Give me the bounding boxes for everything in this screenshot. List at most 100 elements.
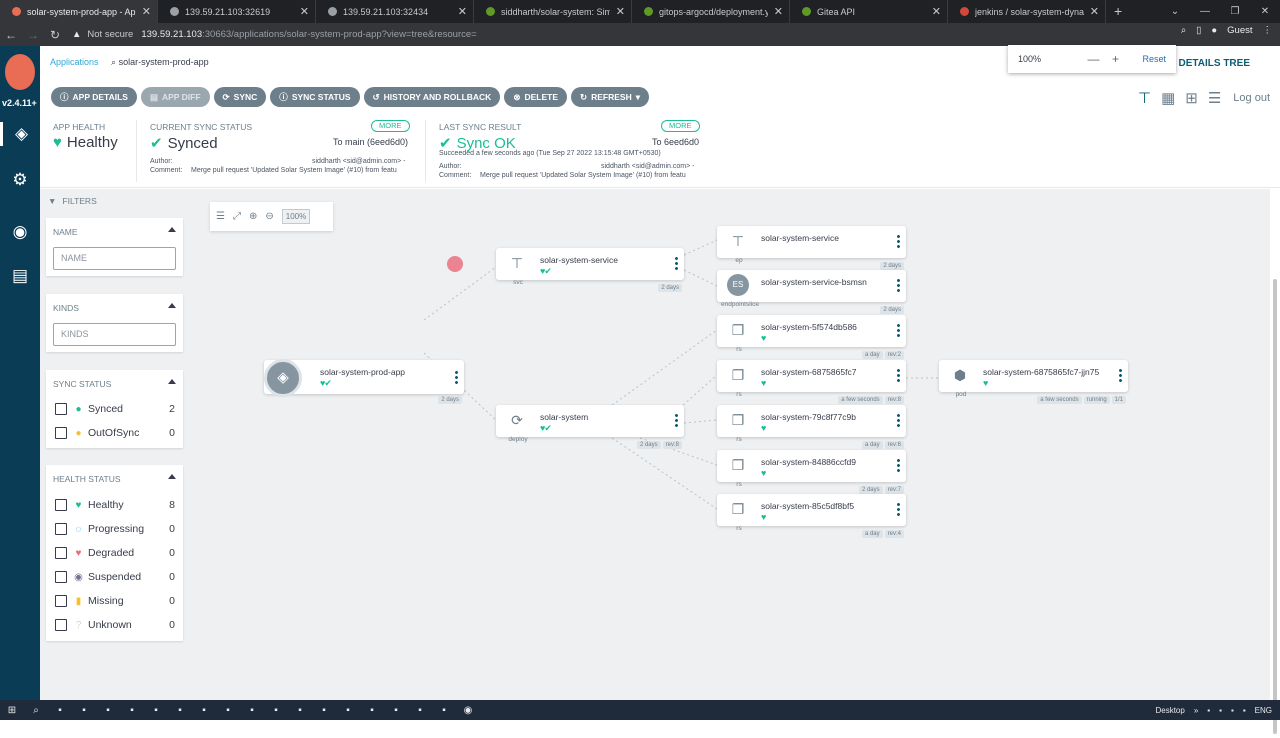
- close-window-icon[interactable]: ✕: [1250, 0, 1280, 23]
- deploy-node[interactable]: ⟳ solar-system ♥✔ deploy 2 days rev:8: [496, 405, 684, 449]
- list-view-icon[interactable]: ☰: [1208, 89, 1221, 107]
- app-icon[interactable]: ▪: [144, 705, 168, 716]
- node-menu-icon[interactable]: [897, 234, 900, 248]
- app-icon[interactable]: ▪: [360, 705, 384, 716]
- node-menu-icon[interactable]: [897, 413, 900, 427]
- app-icon[interactable]: ▪: [240, 705, 264, 716]
- close-tab-icon[interactable]: ✕: [1090, 5, 1099, 18]
- browser-tab[interactable]: solar-system-prod-app - Applic ✕: [0, 0, 158, 23]
- filter-suspended[interactable]: ◉ Suspended 0: [55, 569, 175, 585]
- close-tab-icon[interactable]: ✕: [300, 5, 309, 18]
- page-scrollbar[interactable]: [1272, 241, 1278, 738]
- checkbox[interactable]: [55, 571, 67, 583]
- sidebar-icon[interactable]: ▯: [1196, 25, 1201, 36]
- browser-tab[interactable]: gitops-argocd/deployment.yam ✕: [632, 0, 790, 23]
- app-diff-button[interactable]: ▤ APP DIFF: [140, 87, 210, 107]
- node-menu-icon[interactable]: [675, 413, 678, 427]
- browser-tab[interactable]: jenkins / solar-system-dynamic ✕: [948, 0, 1106, 23]
- delete-button[interactable]: ⊗ DELETE: [504, 87, 567, 107]
- close-tab-icon[interactable]: ✕: [932, 5, 941, 18]
- browser-tab[interactable]: 139.59.21.103:32434 ✕: [316, 0, 474, 23]
- zoom-out-icon[interactable]: ⊖: [265, 211, 273, 222]
- zoom-reset-button[interactable]: Reset: [1142, 54, 1166, 64]
- svc-node[interactable]: ⊤ solar-system-service ♥✔ svc 2 days: [496, 248, 684, 292]
- tree-view-icon[interactable]: ⊤: [1138, 89, 1151, 107]
- start-icon[interactable]: ⊞: [0, 705, 24, 716]
- app-icon[interactable]: ▪: [408, 705, 432, 716]
- breadcrumb-applications[interactable]: Applications: [50, 57, 99, 67]
- browser-tab[interactable]: 139.59.21.103:32619 ✕: [158, 0, 316, 23]
- browser-tab[interactable]: Gitea API ✕: [790, 0, 948, 23]
- filter-progressing[interactable]: ◌ Progressing 0: [55, 521, 175, 537]
- language-label[interactable]: ENG: [1255, 706, 1272, 715]
- node-menu-icon[interactable]: [897, 278, 900, 292]
- node-menu-icon[interactable]: [897, 502, 900, 516]
- result-more-button[interactable]: MORE: [661, 120, 700, 132]
- sync-status-button[interactable]: ⓘ SYNC STATUS: [270, 87, 360, 107]
- back-icon[interactable]: ←: [0, 28, 22, 42]
- app-icon[interactable]: ▪: [48, 705, 72, 716]
- filter-healthy[interactable]: ♥ Healthy 8: [55, 497, 175, 513]
- address-bar[interactable]: ▲ Not secure 139.59.21.103:30663/applica…: [72, 25, 1152, 44]
- align-icon[interactable]: ☰: [216, 211, 225, 222]
- settings-nav-icon[interactable]: ⚙: [8, 168, 32, 192]
- rs-node[interactable]: ❐ solar-system-6875865fc7 ♥ rs a few sec…: [717, 360, 906, 404]
- network-view-icon[interactable]: ⊞: [1185, 89, 1198, 107]
- checkbox[interactable]: [55, 523, 67, 535]
- collapse-icon[interactable]: [168, 227, 176, 232]
- browser-tab[interactable]: siddharth/solar-system: Simple ✕: [474, 0, 632, 23]
- minimize-icon[interactable]: —: [1190, 0, 1220, 23]
- close-tab-icon[interactable]: ✕: [774, 5, 783, 18]
- pod-node[interactable]: ⬢ solar-system-6875865fc7-jjn75 ♥ pod a …: [939, 360, 1128, 404]
- collapse-icon[interactable]: [168, 379, 176, 384]
- filter-missing[interactable]: ▮ Missing 0: [55, 593, 175, 609]
- checkbox[interactable]: [55, 499, 67, 511]
- fit-icon[interactable]: ⤢: [233, 211, 241, 222]
- node-menu-icon[interactable]: [1119, 368, 1122, 382]
- applications-nav-icon[interactable]: ◈: [0, 122, 40, 146]
- tray-icon[interactable]: ▪: [1207, 706, 1210, 715]
- node-menu-icon[interactable]: [897, 368, 900, 382]
- rs-node[interactable]: ❐ solar-system-5f574db586 ♥ rs a day rev:…: [717, 315, 906, 359]
- node-menu-icon[interactable]: [897, 458, 900, 472]
- collapse-icon[interactable]: [168, 303, 176, 308]
- tray-icon[interactable]: ▪: [1243, 706, 1246, 715]
- filter-outofsync[interactable]: ● OutOfSync 0: [55, 425, 175, 441]
- restore-icon[interactable]: ❐: [1220, 0, 1250, 23]
- app-icon[interactable]: ▪: [432, 705, 456, 716]
- app-icon[interactable]: ▪: [96, 705, 120, 716]
- app-icon[interactable]: ▪: [216, 705, 240, 716]
- tray-icon[interactable]: ▪: [1231, 706, 1234, 715]
- refresh-button[interactable]: ↻ REFRESH ▾: [570, 87, 650, 107]
- profile-name[interactable]: Guest: [1227, 25, 1252, 36]
- new-tab-icon[interactable]: +: [1106, 0, 1130, 23]
- history-rollback-button[interactable]: ↺ HISTORY AND ROLLBACK: [363, 87, 501, 107]
- node-menu-icon[interactable]: [675, 256, 678, 270]
- close-tab-icon[interactable]: ✕: [142, 5, 151, 18]
- tab-search-icon[interactable]: ⌄: [1160, 0, 1190, 23]
- app-icon[interactable]: ▪: [384, 705, 408, 716]
- checkbox[interactable]: [55, 595, 67, 607]
- app-icon[interactable]: ▪: [312, 705, 336, 716]
- scrollbar-thumb[interactable]: [1273, 279, 1277, 734]
- rs-node[interactable]: ❐ solar-system-84886ccfd9 ♥ rs 2 days rev…: [717, 450, 906, 494]
- app-icon[interactable]: ▪: [168, 705, 192, 716]
- app-icon[interactable]: ▪: [264, 705, 288, 716]
- collapse-icon[interactable]: [168, 474, 176, 479]
- forward-icon[interactable]: →: [22, 28, 44, 42]
- rs-node[interactable]: ❐ solar-system-79c8f77c9b ♥ rs a day rev:…: [717, 405, 906, 449]
- zoom-in-icon[interactable]: ⊕: [249, 211, 257, 222]
- tray-icon[interactable]: ▪: [1219, 706, 1222, 715]
- zoom-magnifier-icon[interactable]: ⌕: [1181, 25, 1186, 36]
- checkbox[interactable]: [55, 403, 67, 415]
- app-icon[interactable]: ▪: [336, 705, 360, 716]
- rs-node[interactable]: ❐ solar-system-85c5df8bf5 ♥ rs a day rev:…: [717, 494, 906, 538]
- app-icon[interactable]: ▪: [288, 705, 312, 716]
- docs-nav-icon[interactable]: ▤: [8, 264, 32, 288]
- reload-icon[interactable]: ↻: [44, 28, 66, 42]
- close-tab-icon[interactable]: ✕: [458, 5, 467, 18]
- profile-icon[interactable]: ●: [1211, 25, 1217, 36]
- filter-degraded[interactable]: ♥ Degraded 0: [55, 545, 175, 561]
- filter-unknown[interactable]: ? Unknown 0: [55, 617, 175, 633]
- close-tab-icon[interactable]: ✕: [616, 5, 625, 18]
